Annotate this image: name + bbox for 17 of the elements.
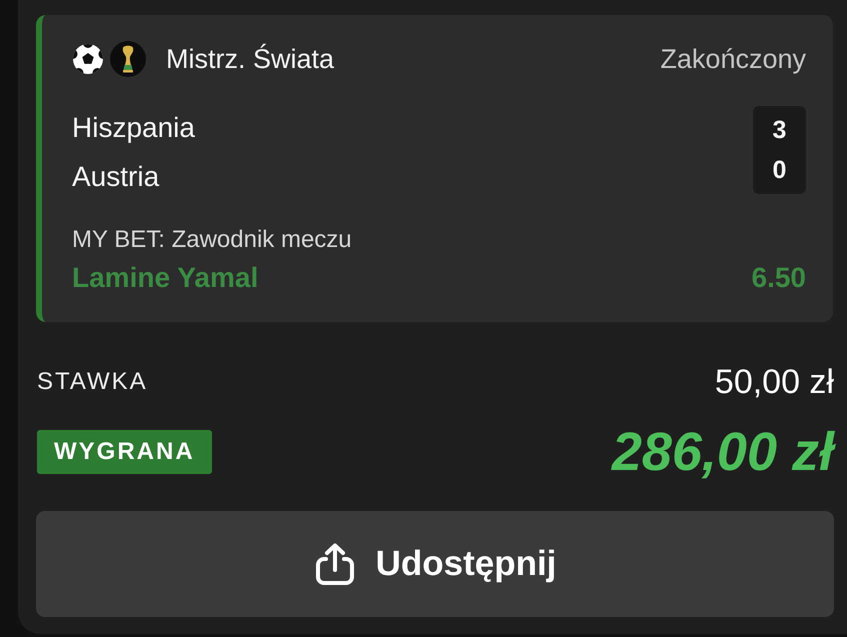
- result-status: WYGRANA: [37, 430, 212, 474]
- team-name: Austria: [72, 160, 160, 194]
- trophy-icon: [110, 41, 146, 77]
- team-score: 0: [772, 155, 786, 186]
- competition-name: Mistrz. Świata: [166, 42, 334, 76]
- team-name: Hiszpania: [72, 111, 195, 145]
- stake-label: STAWKA: [37, 367, 148, 397]
- share-button[interactable]: Udostępnij: [36, 511, 834, 617]
- bet-market-label: MY BET: Zawodnik meczu: [72, 226, 353, 254]
- payout-amount: 286,00 zł: [612, 425, 834, 479]
- bet-odds: 6.50: [752, 262, 806, 294]
- match-status: Zakończony: [660, 43, 806, 76]
- soccer-ball-icon: [72, 43, 104, 75]
- share-icon: [314, 543, 356, 585]
- bet-selection: Lamine Yamal: [72, 262, 258, 294]
- stake-amount: 50,00 zł: [714, 362, 834, 402]
- team-score: 3: [772, 115, 786, 146]
